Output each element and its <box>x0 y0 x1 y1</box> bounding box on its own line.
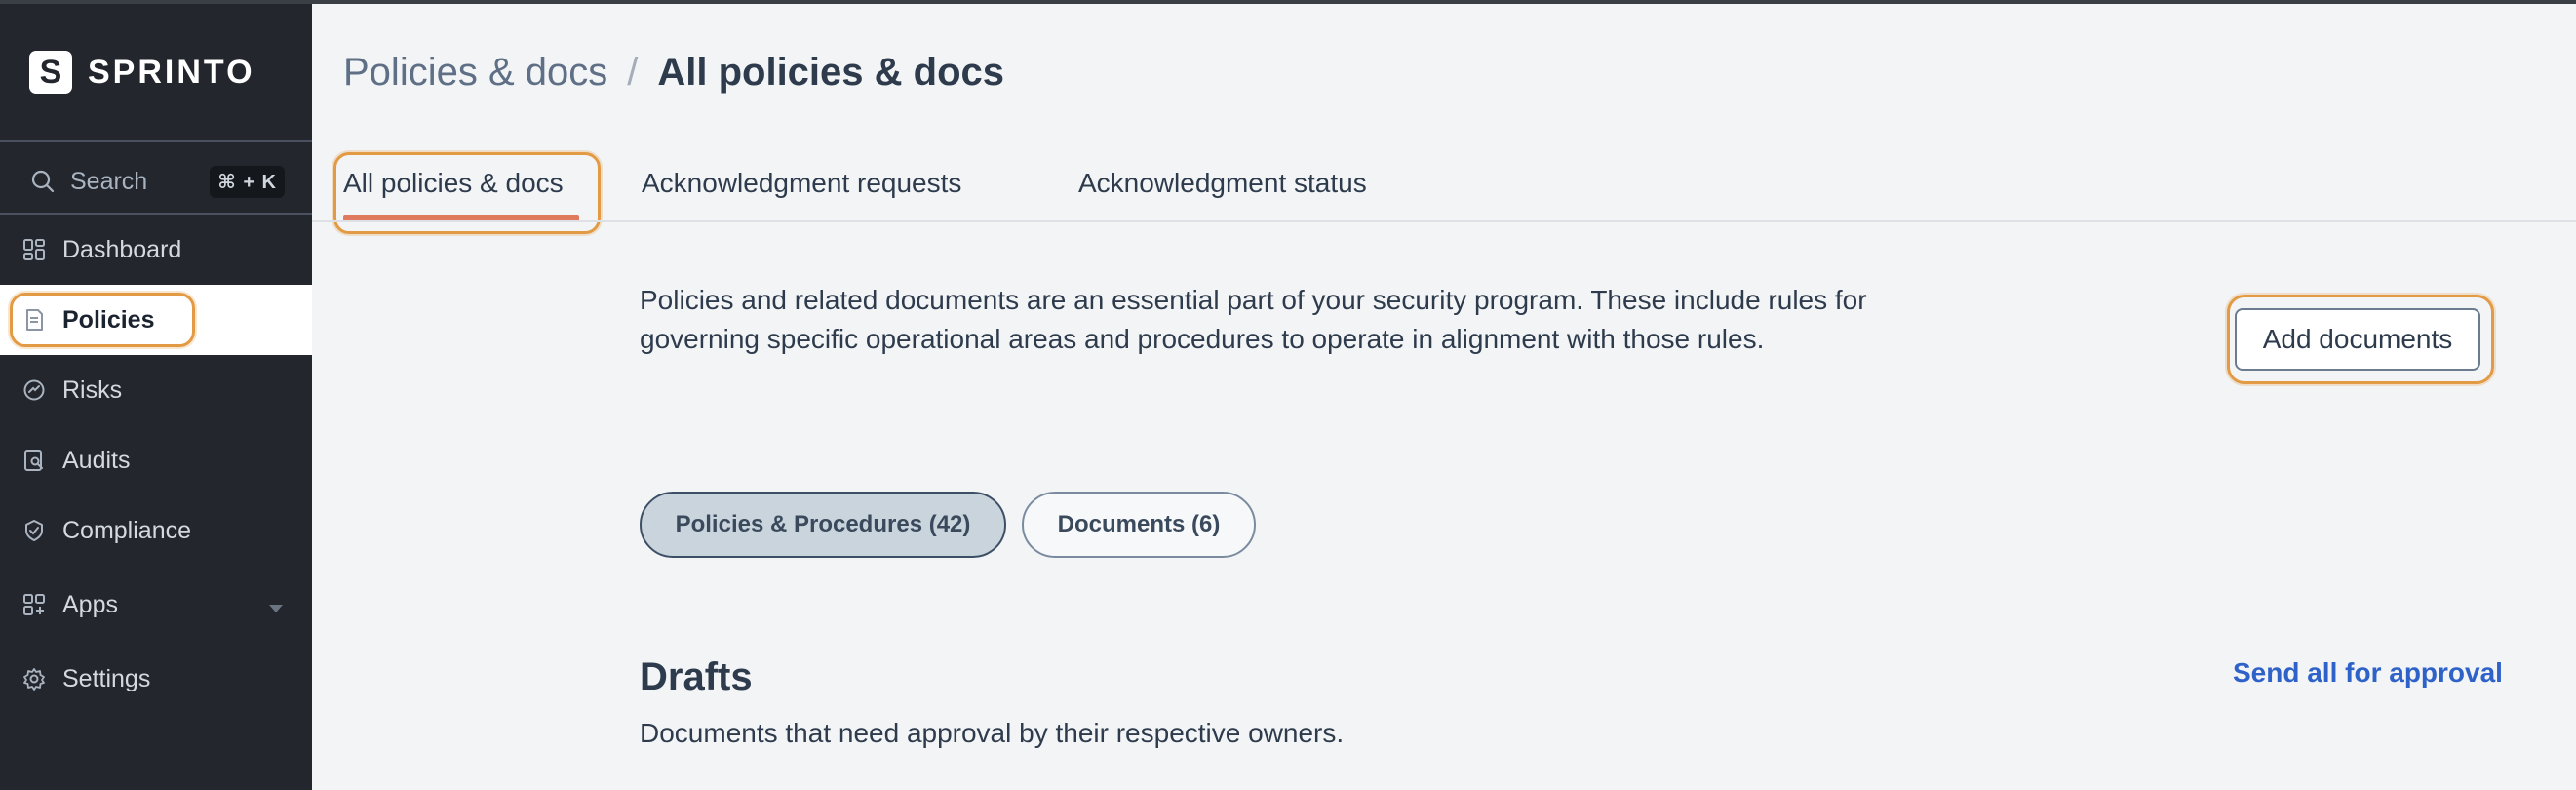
sidebar-item-audits[interactable]: Audits <box>0 425 312 495</box>
page-description: Policies and related documents are an es… <box>640 285 1867 354</box>
risk-gauge-icon <box>23 379 45 401</box>
sidebar-divider <box>0 140 312 142</box>
sidebar: S SPRINTO Search ⌘ + K Dashboard Policie… <box>0 4 312 790</box>
chevron-down-icon[interactable] <box>269 605 283 612</box>
sidebar-item-label: Risks <box>62 375 123 404</box>
sidebar-item-risks[interactable]: Risks <box>0 355 312 425</box>
tab-acknowledgment-requests[interactable]: Acknowledgment requests <box>642 168 961 199</box>
search-shortcut-badge: ⌘ + K <box>210 165 285 198</box>
sidebar-item-label: Dashboard <box>62 235 182 263</box>
sidebar-item-label: Compliance <box>62 516 192 544</box>
send-all-for-approval-link[interactable]: Send all for approval <box>2233 657 2503 689</box>
sidebar-item-compliance[interactable]: Compliance <box>0 495 312 566</box>
main-content: Policies & docs / All policies & docs Al… <box>312 4 2576 790</box>
logo-mark-icon: S <box>29 51 72 94</box>
sidebar-search[interactable]: Search ⌘ + K <box>29 162 285 201</box>
drafts-section-title: Drafts <box>640 655 753 698</box>
breadcrumb-parent-link[interactable]: Policies & docs <box>343 51 607 95</box>
highlight-ring <box>10 293 195 347</box>
compliance-shield-icon <box>25 520 43 541</box>
tab-bar-divider <box>312 220 2576 222</box>
filter-pill-documents[interactable]: Documents (6) <box>1022 492 1256 558</box>
apps-grid-icon <box>23 594 45 615</box>
sidebar-item-dashboard[interactable]: Dashboard <box>0 215 312 285</box>
breadcrumb: Policies & docs / All policies & docs <box>343 51 1004 95</box>
sidebar-item-label: Settings <box>62 664 151 692</box>
search-label: Search <box>70 167 148 195</box>
sprinto-logo[interactable]: S SPRINTO <box>29 51 255 94</box>
sidebar-item-apps[interactable]: Apps <box>0 570 312 640</box>
sidebar-item-settings[interactable]: Settings <box>0 644 312 714</box>
filter-pill-policies-procedures[interactable]: Policies & Procedures (42) <box>640 492 1006 558</box>
brand-name: SPRINTO <box>88 53 255 91</box>
page-title: All policies & docs <box>657 51 1005 94</box>
tab-all-policies-docs[interactable]: All policies & docs <box>343 168 564 199</box>
breadcrumb-separator: / <box>627 51 639 94</box>
sidebar-item-label: Apps <box>62 590 118 618</box>
sidebar-item-label: Audits <box>62 446 131 474</box>
gear-icon <box>23 668 45 691</box>
add-documents-button[interactable]: Add documents <box>2235 308 2480 371</box>
search-icon <box>31 170 55 193</box>
tab-acknowledgment-status[interactable]: Acknowledgment status <box>1078 168 1367 199</box>
dashboard-icon <box>23 239 45 260</box>
drafts-section-subtitle: Documents that need approval by their re… <box>640 718 1345 748</box>
audit-search-icon <box>24 450 43 471</box>
